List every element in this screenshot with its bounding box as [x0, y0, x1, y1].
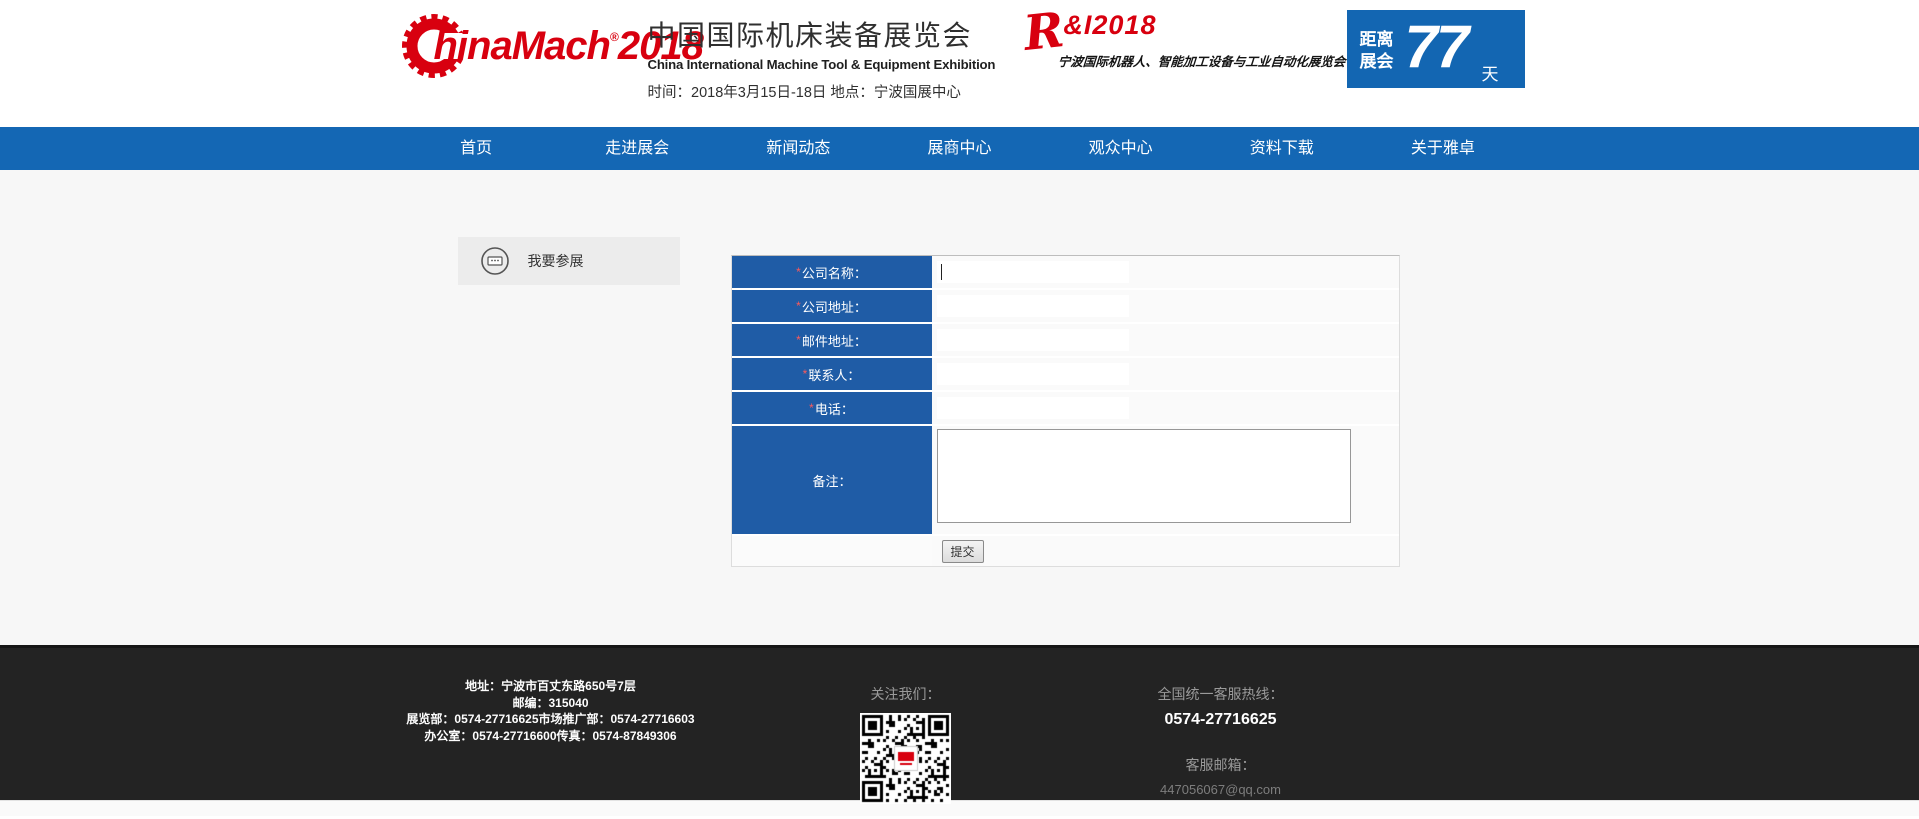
service-email-label: 客服邮箱： — [1056, 755, 1386, 775]
form-row-submit: 提交 — [732, 536, 1399, 566]
email-input[interactable] — [937, 329, 1129, 351]
required-asterisk: * — [796, 299, 801, 313]
phone-cell — [932, 392, 1399, 424]
co-brand-logo: R&I2018 宁波国际机器人、智能加工设备与工业自动化展览会 — [1024, 10, 1324, 70]
service-email-value: 447056067@qq.com — [1056, 782, 1386, 797]
email-label: *邮件地址： — [732, 324, 932, 356]
hotline-label: 全国统一客服热线： — [1056, 684, 1386, 704]
footer-postcode-line: 邮编：315040 — [396, 695, 706, 712]
company-address-cell — [932, 290, 1399, 322]
exhibition-title-cn: 中国国际机床装备展览会 — [648, 14, 988, 54]
page: hinaMach®2018 中国国际机床装备展览会 China Internat… — [0, 0, 1919, 819]
nav-item-about-us[interactable]: 关于雅卓 — [1362, 127, 1523, 170]
nav-item-visitor-center[interactable]: 观众中心 — [1040, 127, 1201, 170]
registered-mark: ® — [610, 30, 618, 44]
form-row-phone: *电话： — [732, 392, 1399, 424]
footer-address-line: 地址：宁波市百丈东路650号7层 — [396, 678, 706, 695]
sidebar-item-label: 我要参展 — [528, 251, 584, 271]
main-nav: 首页 走进展会 新闻动态 展商中心 观众中心 资料下载 关于雅卓 — [0, 127, 1919, 170]
co-brand-subtitle: 宁波国际机器人、智能加工设备与工业自动化展览会 — [1057, 51, 1324, 70]
countdown-box: 距离展会 77 天 — [1347, 10, 1525, 88]
co-brand-r-letter: R — [1022, 10, 1066, 54]
footer-office-fax-line: 办公室：0574-27716600传真：0574-87849306 — [396, 728, 706, 745]
site-footer: 地址：宁波市百丈东路650号7层 邮编：315040 展览部：0574-2771… — [0, 645, 1919, 800]
phone-label: *电话： — [732, 392, 932, 424]
footer-follow-block: 关注我们： — [836, 684, 976, 804]
submit-cell: 提交 — [932, 536, 1399, 566]
contact-person-cell — [932, 358, 1399, 390]
company-name-label: *公司名称： — [732, 256, 932, 288]
countdown-label: 距离展会 — [1360, 29, 1394, 73]
exhibition-title-en: China International Machine Tool & Equip… — [648, 57, 988, 72]
hotline-number: 0574-27716625 — [1056, 711, 1386, 729]
co-brand-wordmark: R&I2018 — [1024, 10, 1324, 53]
nav-item-about-expo[interactable]: 走进展会 — [557, 127, 718, 170]
follow-us-label: 关注我们： — [836, 684, 976, 704]
company-address-label: *公司地址： — [732, 290, 932, 322]
remark-cell — [932, 426, 1399, 534]
nav-item-exhibitor-center[interactable]: 展商中心 — [879, 127, 1040, 170]
badge-circle-icon — [480, 246, 510, 276]
form-row-company-name: *公司名称： — [732, 256, 1399, 288]
phone-input[interactable] — [937, 397, 1129, 419]
footer-service-block: 全国统一客服热线： 0574-27716625 客服邮箱： 447056067@… — [1056, 684, 1386, 797]
contact-person-label: *联系人： — [732, 358, 932, 390]
site-header: hinaMach®2018 中国国际机床装备展览会 China Internat… — [0, 0, 1919, 127]
remark-textarea[interactable] — [937, 429, 1351, 523]
submit-button[interactable]: 提交 — [942, 540, 984, 563]
countdown-unit: 天 — [1482, 60, 1499, 85]
form-row-remark: 备注： — [732, 426, 1399, 534]
exhibit-enquiry-form: *公司名称： *公司地址： *邮件地址： — [731, 255, 1400, 567]
countdown-days: 77 — [1405, 12, 1468, 81]
form-row-email: *邮件地址： — [732, 324, 1399, 356]
nav-items: 首页 走进展会 新闻动态 展商中心 观众中心 资料下载 关于雅卓 — [396, 127, 1524, 170]
exhibition-title-block: 中国国际机床装备展览会 China International Machine … — [648, 14, 988, 102]
email-cell — [932, 324, 1399, 356]
sidebar-item-exhibit-apply[interactable]: 我要参展 — [458, 237, 680, 285]
required-asterisk: * — [796, 265, 801, 279]
exhibition-date-location: 时间：2018年3月15日-18日 地点：宁波国展中心 — [648, 81, 988, 102]
required-asterisk: * — [809, 401, 814, 415]
form-row-contact-person: *联系人： — [732, 358, 1399, 390]
remark-label: 备注： — [732, 426, 932, 534]
company-name-input[interactable] — [937, 261, 1129, 283]
company-name-cell — [932, 256, 1399, 288]
form-row-company-address: *公司地址： — [732, 290, 1399, 322]
contact-person-input[interactable] — [937, 363, 1129, 385]
nav-item-home[interactable]: 首页 — [396, 127, 557, 170]
submit-row-spacer — [732, 536, 932, 566]
company-address-input[interactable] — [937, 295, 1129, 317]
text-caret — [941, 264, 942, 280]
footer-dept-phones-line: 展览部：0574-27716625市场推广部：0574-27716603 — [396, 711, 706, 728]
main-content: 我要参展 *公司名称： *公司地址： *邮件地址 — [0, 170, 1919, 645]
wechat-qr-code — [860, 713, 951, 804]
required-asterisk: * — [803, 367, 808, 381]
nav-item-news[interactable]: 新闻动态 — [718, 127, 879, 170]
required-asterisk: * — [796, 333, 801, 347]
footer-contact-block: 地址：宁波市百丈东路650号7层 邮编：315040 展览部：0574-2771… — [396, 678, 706, 744]
nav-item-downloads[interactable]: 资料下载 — [1201, 127, 1362, 170]
